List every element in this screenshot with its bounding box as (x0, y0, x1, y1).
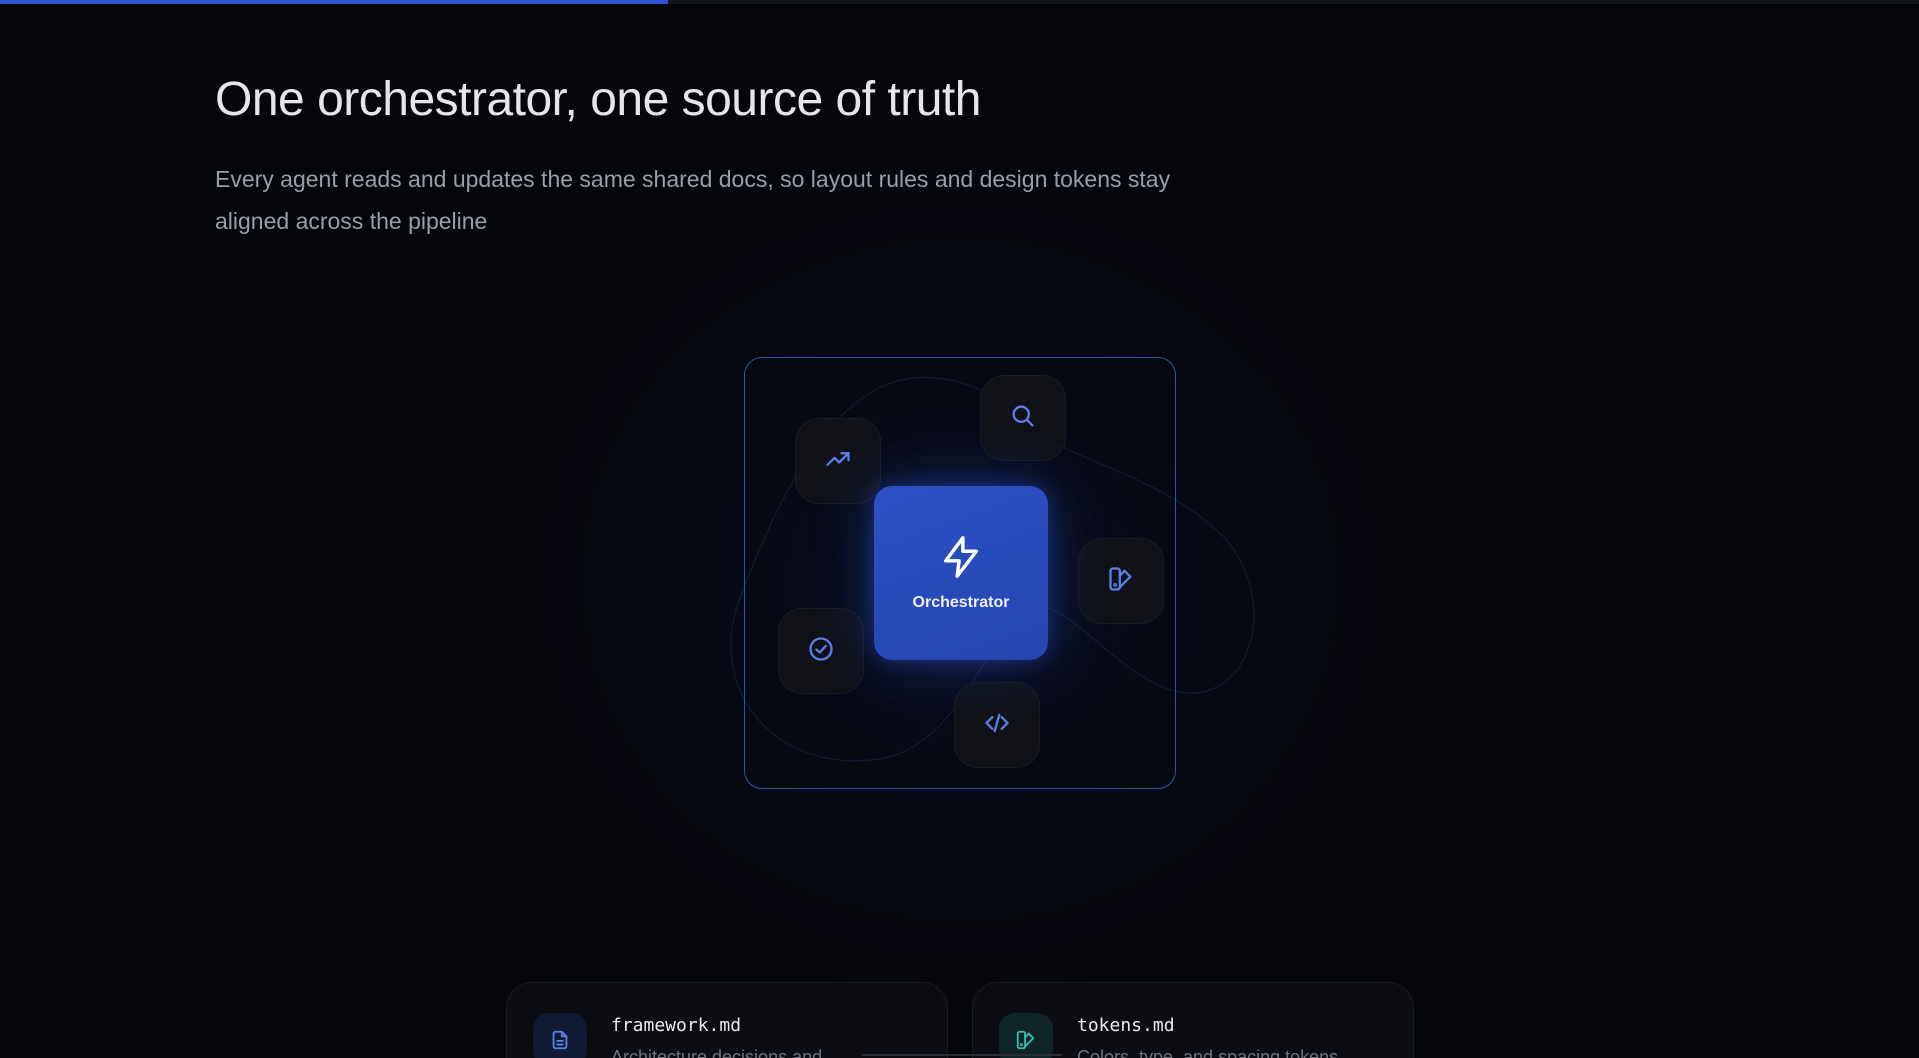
search-icon (1009, 402, 1037, 435)
agent-node-analytics[interactable] (795, 418, 881, 504)
card-title: framework.md (611, 1015, 742, 1036)
orchestrator-label: Orchestrator (912, 594, 1010, 611)
section-title: One orchestrator, one source of truth (215, 73, 981, 126)
agent-node-research[interactable] (980, 375, 1066, 461)
code-icon (983, 709, 1011, 742)
agent-node-review[interactable] (778, 608, 864, 694)
check-circle-icon (807, 635, 835, 668)
agent-node-code[interactable] (954, 682, 1040, 768)
section-subtitle: Every agent reads and updates the same s… (215, 166, 1171, 234)
card-description: Architecture decisions and (611, 1047, 823, 1058)
orchestrator-diagram: Orchestrator (730, 357, 1255, 789)
page: One orchestrator, one source of truth Ev… (0, 0, 1919, 1058)
trending-up-icon (824, 445, 852, 478)
scroll-indicator (862, 1054, 1062, 1056)
orchestrator-core[interactable]: Orchestrator (874, 486, 1048, 660)
card-title: tokens.md (1077, 1015, 1175, 1036)
scroll-progress-fill (0, 0, 668, 4)
doc-card-framework[interactable]: framework.md Architecture decisions and (506, 982, 948, 1058)
file-text-icon (533, 1013, 587, 1058)
lightning-bolt-icon (938, 534, 984, 580)
palette-icon (999, 1013, 1053, 1058)
scroll-progress-track (0, 0, 1919, 4)
doc-card-tokens[interactable]: tokens.md Colors, type, and spacing toke… (972, 982, 1414, 1058)
palette-icon (1107, 565, 1135, 598)
agent-node-design[interactable] (1078, 538, 1164, 624)
card-description: Colors, type, and spacing tokens (1077, 1047, 1339, 1058)
